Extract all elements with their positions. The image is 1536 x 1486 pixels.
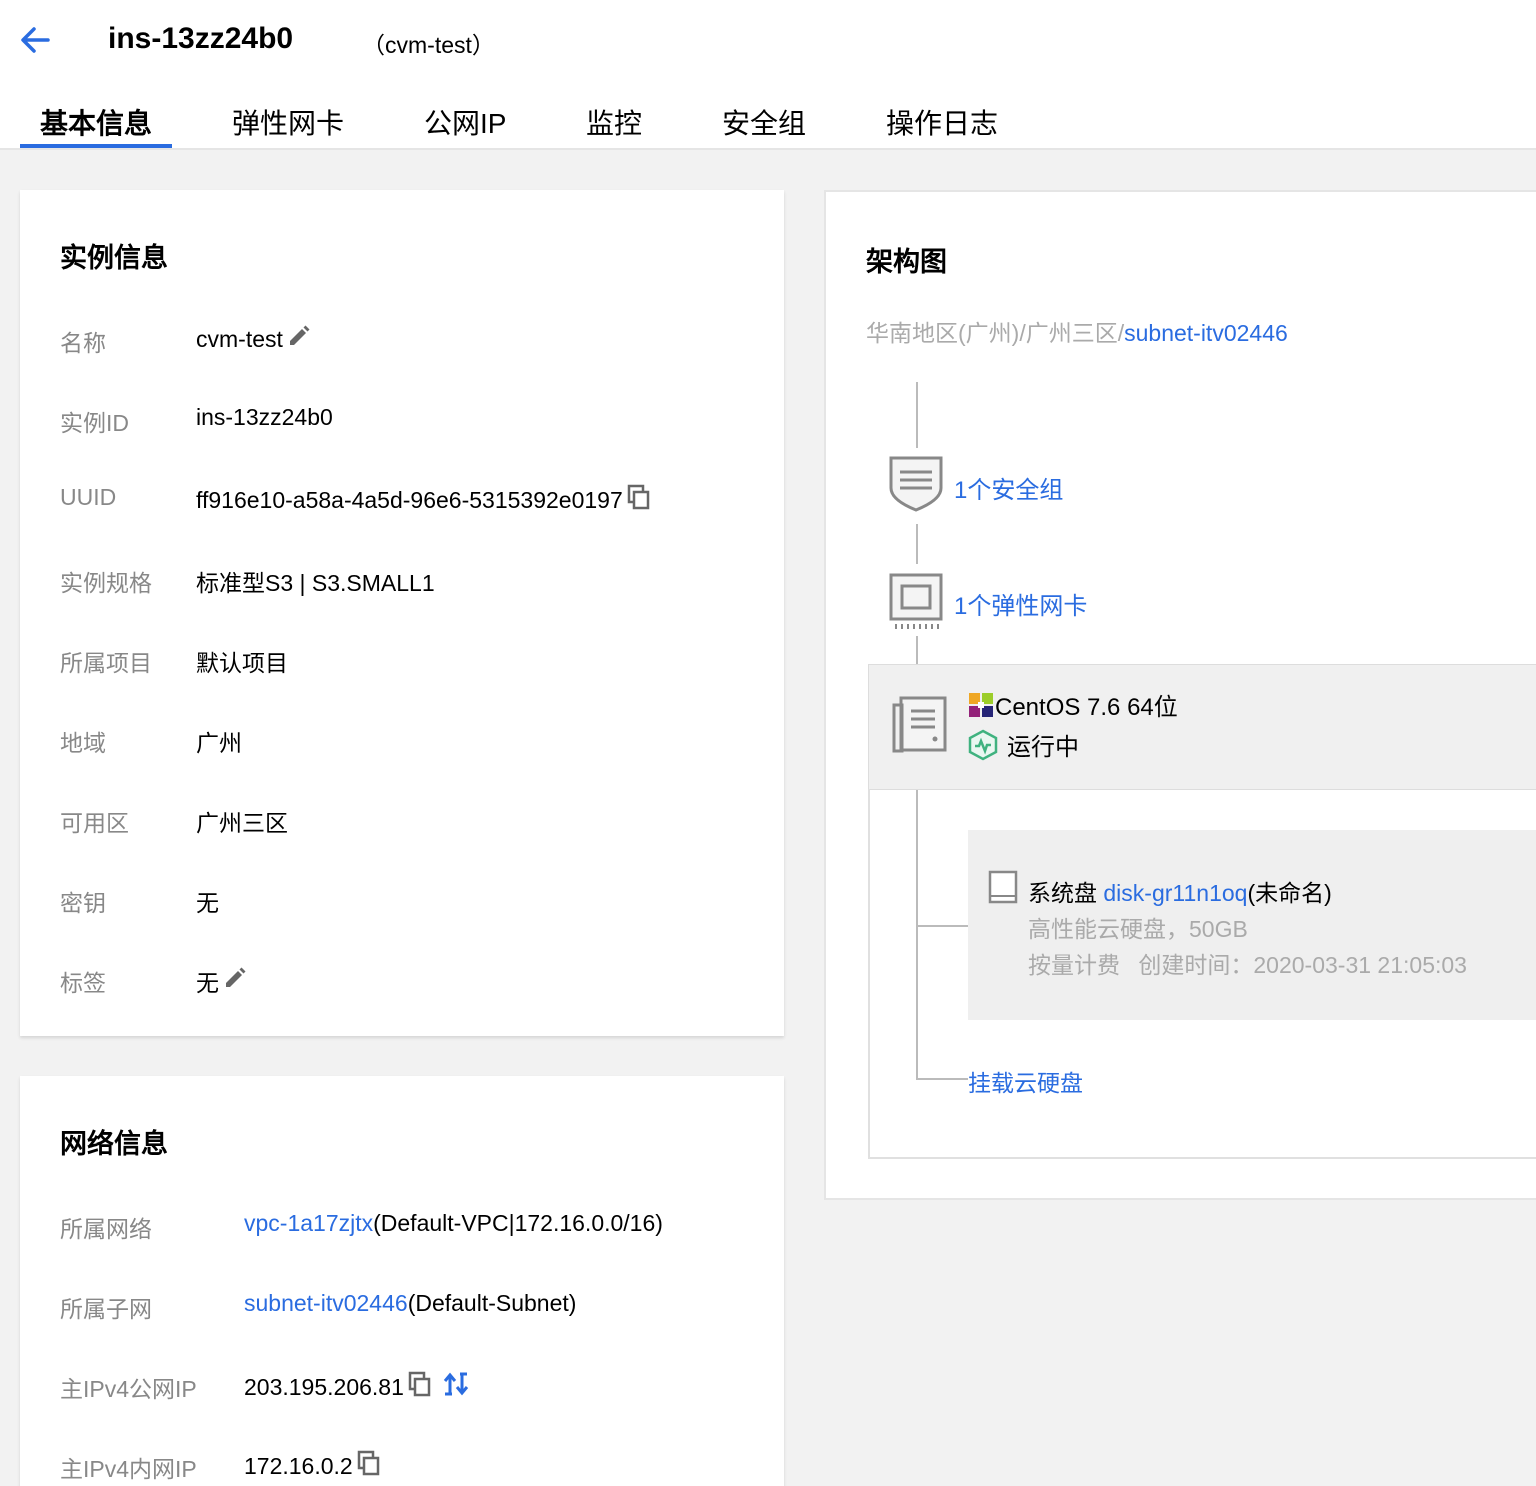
tab-public-ip[interactable]: 公网IP <box>424 102 506 142</box>
centos-logo-icon <box>967 691 995 719</box>
project-value: 默认项目 <box>196 650 288 676</box>
instance-info-title: 实例信息 <box>60 243 168 273</box>
os-name: CentOS 7.6 64位 <box>995 694 1178 721</box>
uuid-value: ff916e10-a58a-4a5d-96e6-5315392e0197 <box>196 486 623 513</box>
private-ip-label: 主IPv4内网IP <box>60 1456 197 1482</box>
tab-security-group[interactable]: 安全组 <box>722 102 806 142</box>
spec-value: 标准型S3 | S3.SMALL1 <box>196 570 435 596</box>
eni-link[interactable]: 1个弹性网卡 <box>954 586 1087 621</box>
project-label: 所属项目 <box>60 650 152 676</box>
vpc-link[interactable]: vpc-1a17zjtx <box>244 1210 373 1237</box>
uuid-label: UUID <box>60 484 117 510</box>
os-row: CentOS 7.6 64位 <box>967 687 1178 722</box>
disk-icon <box>988 870 1018 904</box>
tab-operation-log[interactable]: 操作日志 <box>886 102 998 142</box>
edit-tags-icon[interactable] <box>223 966 247 996</box>
tab-monitoring[interactable]: 监控 <box>586 102 642 142</box>
key-label: 密钥 <box>60 890 106 916</box>
connector-line <box>916 636 918 666</box>
network-info-card: 网络信息 所属网络 vpc-1a17zjtx (Default-VPC|172.… <box>20 1076 784 1486</box>
disk-spec: 高性能云硬盘，50GB <box>1028 916 1248 942</box>
disk-created-label: 创建时间： <box>1138 952 1254 978</box>
server-icon <box>891 695 949 755</box>
private-ip-value: 172.16.0.2 <box>244 1452 353 1479</box>
subnet-label: 所属子网 <box>60 1296 152 1322</box>
connector-line <box>916 524 918 564</box>
name-value: cvm-test <box>196 325 283 352</box>
public-ip-value-row: 203.195.206.81 <box>244 1370 470 1404</box>
instance-info-card: 实例信息 名称 cvm-test 实例ID ins-13zz24b0 UUID … <box>20 190 784 1036</box>
copy-uuid-icon[interactable] <box>627 484 651 516</box>
region-label: 地域 <box>60 730 106 756</box>
vpc-detail: (Default-VPC|172.16.0.0/16) <box>373 1210 663 1236</box>
page-title: ins-13zz24b0 <box>108 22 294 55</box>
zone-label: 可用区 <box>60 810 129 836</box>
subnet-value-row: subnet-itv02446 (Default-Subnet) <box>244 1290 576 1317</box>
tags-value: 无 <box>196 970 219 996</box>
tab-basic-info[interactable]: 基本信息 <box>40 102 152 142</box>
location-breadcrumb: 华南地区(广州)/广州三区/subnet-itv02446 <box>866 314 1288 348</box>
location-path: 华南地区(广州)/广州三区/ <box>866 320 1125 346</box>
security-group-link[interactable]: 1个安全组 <box>954 470 1063 505</box>
tags-label: 标签 <box>60 970 106 996</box>
instance-id-label: 实例ID <box>60 410 129 436</box>
swap-ip-icon[interactable] <box>442 1370 470 1404</box>
instance-alias: （cvm-test） <box>362 32 495 58</box>
disk-name: (未命名) <box>1247 880 1332 906</box>
region-value: 广州 <box>196 730 242 756</box>
page-header: ins-13zz24b0 （cvm-test） 基本信息 弹性网卡 公网IP 监… <box>0 0 1536 150</box>
connector-line <box>916 790 918 1080</box>
vpc-value-row: vpc-1a17zjtx (Default-VPC|172.16.0.0/16) <box>244 1210 663 1237</box>
status-text: 运行中 <box>1007 734 1079 761</box>
disk-type-label: 系统盘 <box>1028 880 1097 906</box>
instance-id-value: ins-13zz24b0 <box>196 404 333 430</box>
vpc-label: 所属网络 <box>60 1216 152 1242</box>
copy-public-ip-icon[interactable] <box>408 1371 432 1403</box>
key-value: 无 <box>196 890 219 916</box>
disk-billing: 按量计费 <box>1028 952 1120 978</box>
connector-line <box>916 925 968 927</box>
tab-eni[interactable]: 弹性网卡 <box>232 102 344 142</box>
copy-private-ip-icon[interactable] <box>357 1450 381 1482</box>
disk-meta-row: 按量计费 创建时间：2020-03-31 21:05:03 <box>1028 946 1467 980</box>
spec-label: 实例规格 <box>60 570 152 596</box>
connector-line <box>916 382 918 448</box>
attach-disk-link[interactable]: 挂载云硬盘 <box>968 1064 1083 1098</box>
disk-title-row: 系统盘 disk-gr11n1oq(未命名) <box>1028 874 1332 908</box>
location-subnet-link[interactable]: subnet-itv02446 <box>1124 320 1288 346</box>
uuid-value-row: ff916e10-a58a-4a5d-96e6-5315392e0197 <box>196 484 651 516</box>
network-info-title: 网络信息 <box>60 1129 168 1159</box>
back-arrow-icon[interactable] <box>18 24 54 56</box>
zone-value: 广州三区 <box>196 810 288 836</box>
edit-name-icon[interactable] <box>287 324 311 354</box>
name-label: 名称 <box>60 330 106 356</box>
disk-created-time: 2020-03-31 21:05:03 <box>1253 952 1467 978</box>
system-disk-node: 系统盘 disk-gr11n1oq(未命名) 高性能云硬盘，50GB 按量计费 … <box>968 830 1536 1020</box>
network-card-icon <box>888 572 944 630</box>
architecture-title: 架构图 <box>866 247 947 277</box>
subnet-detail: (Default-Subnet) <box>407 1290 577 1316</box>
public-ip-value: 203.195.206.81 <box>244 1373 404 1400</box>
active-tab-indicator <box>20 144 172 148</box>
private-ip-value-row: 172.16.0.2 <box>244 1450 381 1482</box>
status-row: 运行中 <box>967 727 1079 762</box>
tags-value-row: 无 <box>196 964 247 998</box>
architecture-card: 架构图 华南地区(广州)/广州三区/subnet-itv02446 1个安全组 … <box>824 190 1536 1200</box>
connector-line <box>916 1078 968 1080</box>
shield-icon <box>888 454 944 514</box>
disk-id-link[interactable]: disk-gr11n1oq <box>1103 880 1247 906</box>
public-ip-label: 主IPv4公网IP <box>60 1376 197 1402</box>
running-status-icon <box>967 729 999 761</box>
instance-node: CentOS 7.6 64位 运行中 <box>868 664 1536 790</box>
name-value-row: cvm-test <box>196 324 311 354</box>
subnet-link[interactable]: subnet-itv02446 <box>244 1290 408 1317</box>
